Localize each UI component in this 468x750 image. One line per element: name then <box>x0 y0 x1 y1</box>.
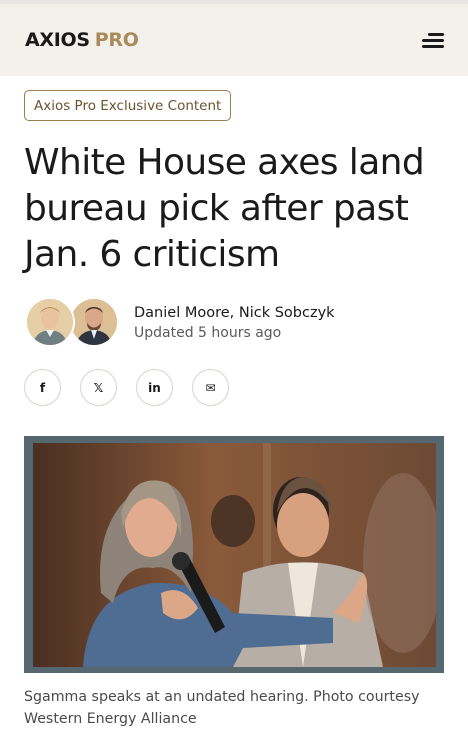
share-email-button[interactable]: ✉ <box>192 369 229 406</box>
photo-caption: Sgamma speaks at an undated hearing. Pho… <box>24 689 420 727</box>
logo-pro: PRO <box>94 29 139 51</box>
x-icon: 𝕏 <box>93 380 104 395</box>
site-header: AXIOS PRO <box>0 4 468 76</box>
article-photo-frame <box>24 436 444 673</box>
author-avatars <box>25 297 121 349</box>
facebook-icon: f <box>39 380 46 395</box>
hamburger-menu-icon[interactable] <box>418 29 444 51</box>
axios-pro-logo[interactable]: AXIOS PRO <box>25 29 139 51</box>
share-bar: f 𝕏 in ✉ <box>24 369 229 406</box>
exclusive-content-badge: Axios Pro Exclusive Content <box>24 90 232 121</box>
article-headline: White House axes land bureau pick after … <box>24 142 425 275</box>
logo-axios: AXIOS <box>25 29 90 51</box>
avatar-daniel-moore[interactable] <box>25 297 75 347</box>
article-photo <box>33 443 436 667</box>
author-names[interactable]: Daniel Moore, Nick Sobczyk <box>134 303 335 323</box>
updated-timestamp: Updated 5 hours ago <box>134 325 282 341</box>
byline-text: Daniel Moore, Nick Sobczyk Updated 5 hou… <box>134 303 335 343</box>
share-facebook-button[interactable]: f <box>24 369 61 406</box>
share-linkedin-button[interactable]: in <box>136 369 173 406</box>
avatar-nick-sobczyk[interactable] <box>69 297 119 347</box>
linkedin-icon: in <box>148 380 161 395</box>
email-icon: ✉ <box>205 380 216 395</box>
share-x-button[interactable]: 𝕏 <box>80 369 117 406</box>
byline: Daniel Moore, Nick Sobczyk Updated 5 hou… <box>25 297 335 349</box>
